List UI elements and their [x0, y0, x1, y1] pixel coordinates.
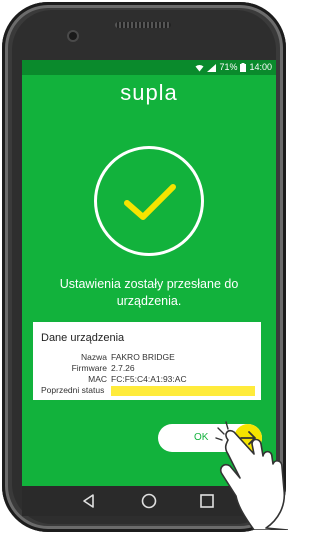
checkmark-icon	[124, 184, 176, 220]
back-icon[interactable]	[80, 492, 98, 510]
info-label: Firmware	[71, 363, 107, 373]
info-row-name: Nazwa FAKRO BRIDGE	[33, 352, 261, 363]
home-icon[interactable]	[140, 492, 158, 510]
app-title: supla	[120, 80, 178, 105]
info-value: FAKRO BRIDGE	[111, 352, 175, 362]
wifi-icon	[195, 64, 204, 71]
ok-button-label: OK	[194, 432, 209, 443]
status-bar: 71% 14:00	[22, 60, 276, 75]
battery-percent: 71%	[219, 62, 238, 72]
front-camera	[69, 32, 77, 40]
info-value: FC:F5:C4:A1:93:AC	[111, 374, 187, 384]
battery-icon	[240, 63, 247, 72]
card-title: Dane urządzenia	[41, 332, 125, 344]
success-circle	[94, 146, 204, 256]
info-row-firmware: Firmware 2.7.26	[33, 363, 261, 374]
device-info-card: Dane urządzenia Nazwa FAKRO BRIDGE Firmw…	[33, 322, 261, 400]
info-row-mac: MAC FC:F5:C4:A1:93:AC	[33, 374, 261, 385]
info-value: 2.7.26	[111, 363, 135, 373]
info-label: Poprzedni status	[41, 385, 105, 395]
info-label: Nazwa	[81, 352, 107, 362]
earpiece-speaker	[115, 22, 171, 28]
info-row-previous-status: Poprzedni status	[33, 385, 261, 396]
info-label: MAC	[88, 374, 107, 384]
previous-status-highlight	[111, 386, 255, 396]
signal-icon	[207, 63, 217, 72]
clock: 14:00	[249, 62, 272, 72]
success-message: Ustawienia zostały przesłane do urządzen…	[59, 277, 239, 308]
tapping-hand-icon	[215, 421, 288, 530]
